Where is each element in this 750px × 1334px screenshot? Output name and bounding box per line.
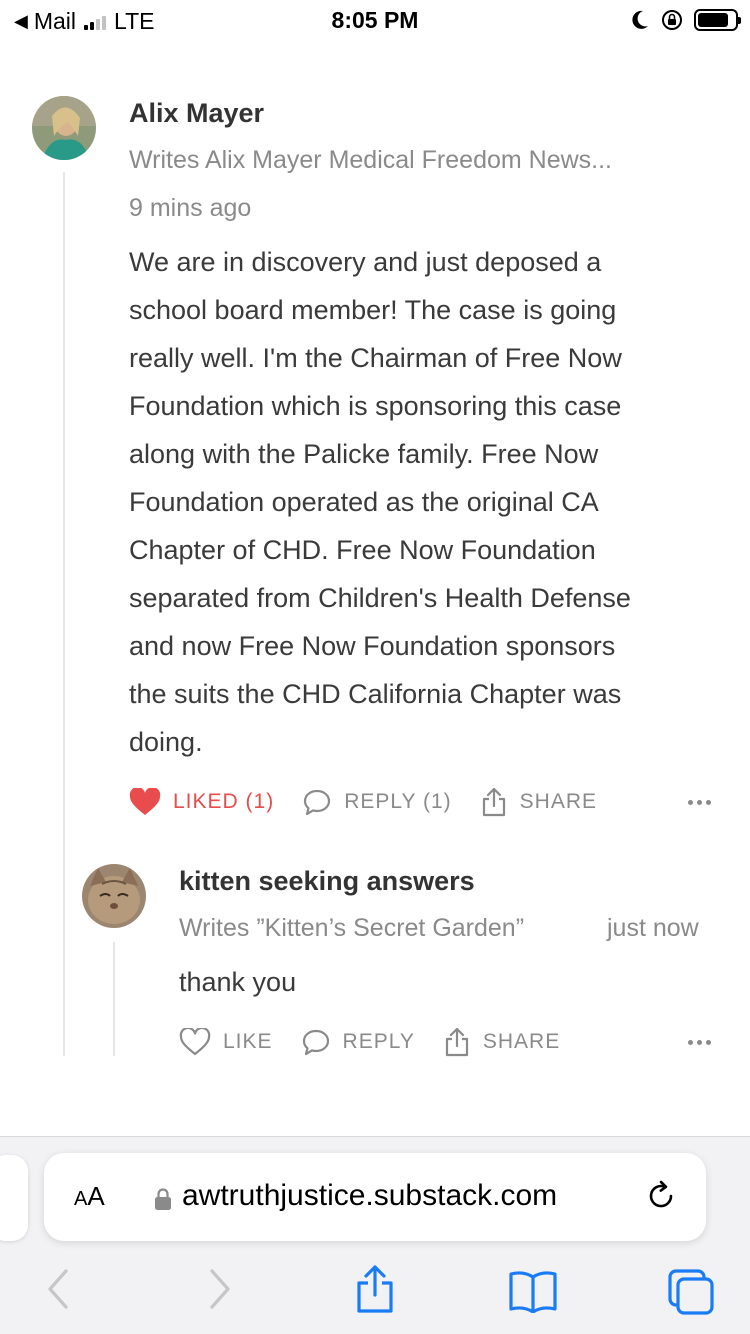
share-icon xyxy=(482,787,505,817)
reply-avatar[interactable] xyxy=(82,864,146,928)
comment-body-line: Chapter of CHD. Free Now Foundation xyxy=(129,535,596,565)
comment-actions: LIKED (1) REPLY (1) SHARE xyxy=(129,782,597,822)
thread-line xyxy=(63,172,65,1056)
comment-body-line: really well. I'm the Chairman of Free No… xyxy=(129,343,622,373)
text-size-small-label: A xyxy=(74,1188,88,1210)
browser-toolbar: AA awtruthjustice.substack.com xyxy=(0,1136,750,1334)
comment-body-line: school board member! The case is going xyxy=(129,295,617,325)
share-icon xyxy=(445,1027,468,1057)
status-bar: ◀ Mail LTE 8:05 PM xyxy=(0,0,750,40)
speech-bubble-icon xyxy=(302,1029,329,1056)
share-label: SHARE xyxy=(519,790,597,813)
comment-body: We are in discovery and just deposed a s… xyxy=(129,238,729,766)
text-size-large-label: A xyxy=(87,1181,105,1211)
comment-body-line: and now Free Now Foundation sponsors xyxy=(129,631,616,661)
reply-label: REPLY (1) xyxy=(344,790,452,813)
avatar[interactable] xyxy=(32,96,96,160)
speech-bubble-icon xyxy=(304,789,331,816)
comment-body-line: We are in discovery and just deposed a xyxy=(129,247,602,277)
comment-body-line: doing. xyxy=(129,727,203,757)
comment-body-line: the suits the CHD California Chapter was xyxy=(129,679,622,709)
comment-body-line: Foundation operated as the original CA xyxy=(129,487,599,517)
more-options-icon[interactable] xyxy=(688,800,711,805)
comment-timestamp[interactable]: 9 mins ago xyxy=(129,194,251,223)
like-label: LIKED (1) xyxy=(173,790,275,813)
reply-thread-line xyxy=(113,942,115,1056)
address-bar[interactable]: AA awtruthjustice.substack.com xyxy=(44,1153,706,1241)
reply-body: thank you xyxy=(179,967,297,997)
comment-body-line: separated from Children's Health Defense xyxy=(129,583,631,613)
back-icon[interactable] xyxy=(44,1267,72,1311)
reply-like-button[interactable]: LIKE xyxy=(179,1028,273,1056)
comment-body-line: Foundation which is sponsoring this case xyxy=(129,391,622,421)
url-text[interactable]: awtruthjustice.substack.com xyxy=(182,1179,622,1213)
reply-author[interactable]: kitten seeking answers xyxy=(179,866,475,897)
reload-icon[interactable] xyxy=(644,1179,678,1213)
reply-actions: LIKE REPLY SHARE xyxy=(179,1022,560,1062)
reply-button[interactable]: REPLY (1) xyxy=(302,788,451,816)
comment-author[interactable]: Alix Mayer xyxy=(129,98,264,129)
comment-author-publication[interactable]: Writes Alix Mayer Medical Freedom News..… xyxy=(129,146,612,175)
reply-author-publication[interactable]: Writes ”Kitten’s Secret Garden” xyxy=(179,914,524,943)
reply-share-label: SHARE xyxy=(482,1030,561,1053)
heart-filled-icon xyxy=(129,788,161,815)
share-button[interactable]: SHARE xyxy=(480,786,597,818)
reply-like-label: LIKE xyxy=(223,1030,273,1053)
moon-icon xyxy=(632,10,648,29)
forward-icon[interactable] xyxy=(206,1267,234,1311)
like-button[interactable]: LIKED (1) xyxy=(129,788,274,816)
reply-reply-label: REPLY xyxy=(342,1030,415,1053)
comment-body-line: along with the Palicke family. Free Now xyxy=(129,439,599,469)
tabs-icon[interactable] xyxy=(666,1267,716,1317)
previous-tab-preview[interactable] xyxy=(0,1155,28,1241)
reply-timestamp[interactable]: just now xyxy=(607,914,699,943)
text-size-button[interactable]: AA xyxy=(74,1181,105,1212)
status-right xyxy=(630,8,741,32)
bookmarks-icon[interactable] xyxy=(508,1269,558,1313)
lock-icon xyxy=(155,1188,171,1210)
reply-more-options-icon[interactable] xyxy=(688,1040,711,1045)
share-sheet-icon[interactable] xyxy=(354,1263,396,1315)
orientation-lock-icon xyxy=(662,10,682,30)
reply-reply-button[interactable]: REPLY xyxy=(301,1028,415,1056)
battery-icon xyxy=(694,9,741,31)
heart-outline-icon xyxy=(179,1028,211,1056)
reply-share-button[interactable]: SHARE xyxy=(443,1026,560,1058)
